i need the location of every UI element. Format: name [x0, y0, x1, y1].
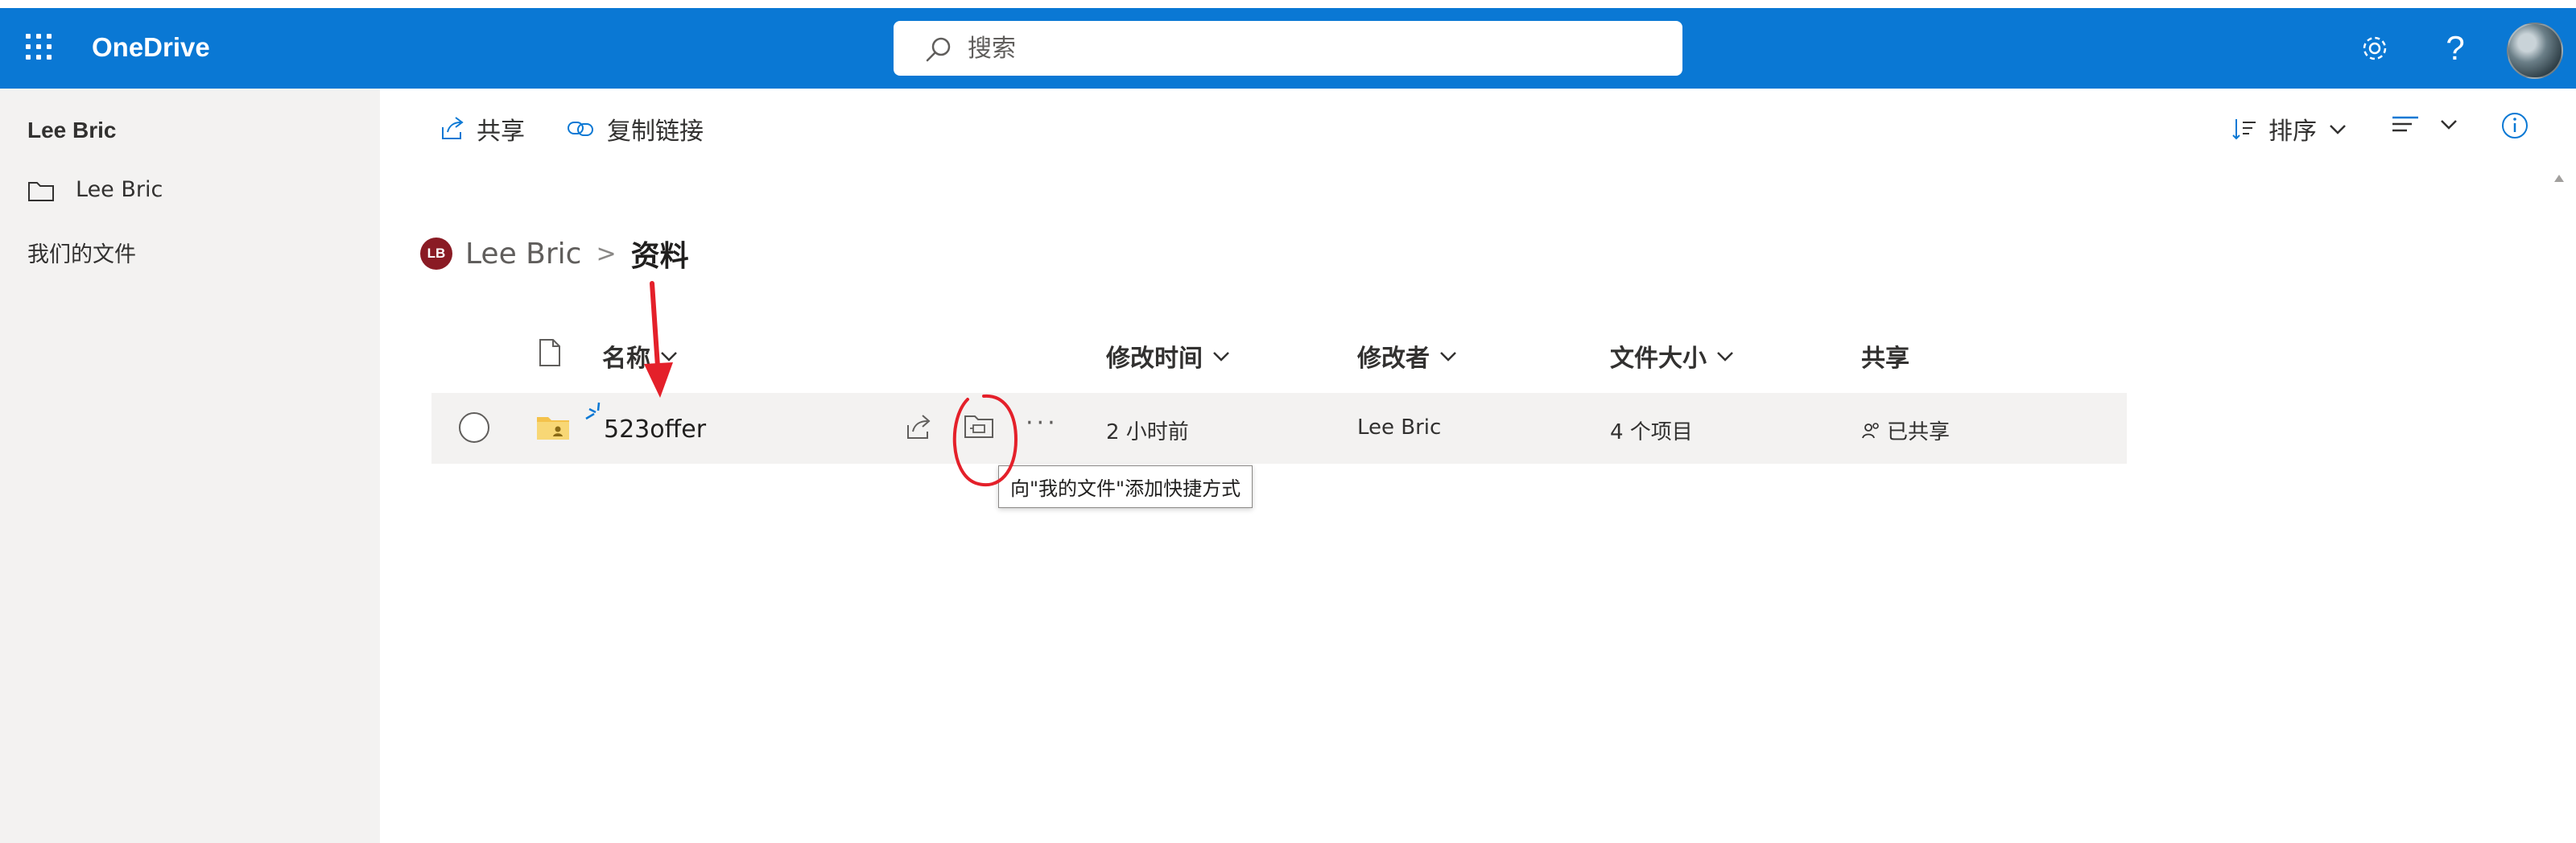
file-type-icon: [539, 339, 560, 366]
breadcrumb-separator: >: [596, 239, 617, 268]
column-header-label: 修改时间: [1106, 345, 1203, 373]
table-row[interactable]: 523offer ··· 2 小时前 Lee Bric 4 个项目 已共享: [431, 393, 2127, 464]
copy-link-label: 复制链接: [607, 118, 704, 146]
add-shortcut-icon[interactable]: [963, 412, 995, 441]
sidebar-item-my-files[interactable]: Lee Bric: [27, 177, 163, 202]
sidebar-item-label: 我们的文件: [27, 242, 136, 267]
column-header-label: 文件大小: [1610, 345, 1707, 373]
settings-gear-icon[interactable]: [2357, 31, 2392, 66]
folder-icon: [28, 181, 54, 201]
search-box[interactable]: [894, 21, 1682, 76]
link-icon: [568, 122, 593, 136]
column-header-label: 共享: [1861, 345, 1909, 373]
top-app-bar: OneDrive ?: [0, 8, 2576, 89]
people-icon: [1862, 422, 1879, 438]
sort-icon: [2232, 119, 2256, 140]
sort-button[interactable]: 排序: [2231, 111, 2360, 147]
chevron-down-icon: [1440, 352, 1456, 362]
share-button[interactable]: 共享: [440, 111, 525, 147]
share-label: 共享: [477, 118, 525, 146]
info-icon: [2502, 113, 2528, 138]
column-header-modified[interactable]: 修改时间: [1106, 338, 1232, 374]
search-input[interactable]: [966, 31, 1662, 66]
file-name-link[interactable]: 523offer: [604, 415, 706, 444]
modified-cell: 2 小时前: [1106, 420, 1189, 444]
sort-label: 排序: [2268, 118, 2317, 146]
column-header-modified-by[interactable]: 修改者: [1357, 338, 1459, 374]
left-navigation: Lee Bric Lee Bric 我们的文件: [0, 89, 380, 843]
column-header-size[interactable]: 文件大小: [1610, 338, 1736, 374]
new-item-indicator-icon: [585, 402, 601, 420]
chevron-down-icon: [661, 352, 677, 362]
column-header-label: 名称: [602, 345, 650, 373]
app-title[interactable]: OneDrive: [92, 32, 210, 63]
window-top-strip: [0, 0, 2576, 8]
command-bar: 共享 复制链接 排序: [380, 89, 2576, 166]
sidebar-item-label: Lee Bric: [76, 177, 163, 202]
copy-link-button[interactable]: 复制链接: [567, 111, 704, 147]
modified-by-cell[interactable]: Lee Bric: [1357, 415, 1441, 440]
sharing-cell[interactable]: 已共享: [1861, 415, 1950, 445]
chevron-down-icon: [2330, 125, 2346, 134]
app-launcher-icon[interactable]: [23, 31, 55, 63]
help-icon[interactable]: ?: [2438, 31, 2473, 66]
page-title: 资料: [630, 240, 689, 273]
breadcrumb: LB Lee Bric > 资料: [420, 230, 689, 277]
breadcrumb-root[interactable]: Lee Bric: [465, 238, 581, 271]
sidebar-item-our-files[interactable]: 我们的文件: [27, 237, 136, 268]
chevron-down-icon: [2441, 120, 2457, 130]
sharing-label: 已共享: [1887, 420, 1951, 444]
view-options-button[interactable]: [2391, 111, 2471, 137]
chevron-down-icon: [1717, 352, 1733, 362]
share-icon: [442, 117, 464, 139]
breadcrumb-avatar: LB: [420, 238, 452, 270]
list-view-icon: [2392, 116, 2418, 132]
file-type-column-header[interactable]: [538, 338, 562, 367]
scrollbar-up-arrow[interactable]: [2553, 171, 2565, 182]
column-header-label: 修改者: [1357, 345, 1430, 373]
info-pane-button[interactable]: [2500, 111, 2541, 140]
shared-folder-icon: [537, 417, 569, 440]
column-header-sharing[interactable]: 共享: [1861, 338, 1909, 374]
row-select-checkbox[interactable]: [459, 412, 489, 443]
size-cell: 4 个项目: [1610, 420, 1693, 444]
chevron-down-icon: [1213, 352, 1229, 362]
user-avatar[interactable]: [2507, 23, 2563, 79]
column-header-name[interactable]: 名称: [602, 338, 679, 374]
sidebar-user-name: Lee Bric: [27, 118, 117, 143]
add-shortcut-tooltip: 向"我的文件"添加快捷方式: [998, 465, 1253, 508]
more-options-icon[interactable]: ···: [1026, 409, 1059, 437]
search-icon: [926, 37, 951, 62]
share-icon[interactable]: [905, 412, 934, 441]
